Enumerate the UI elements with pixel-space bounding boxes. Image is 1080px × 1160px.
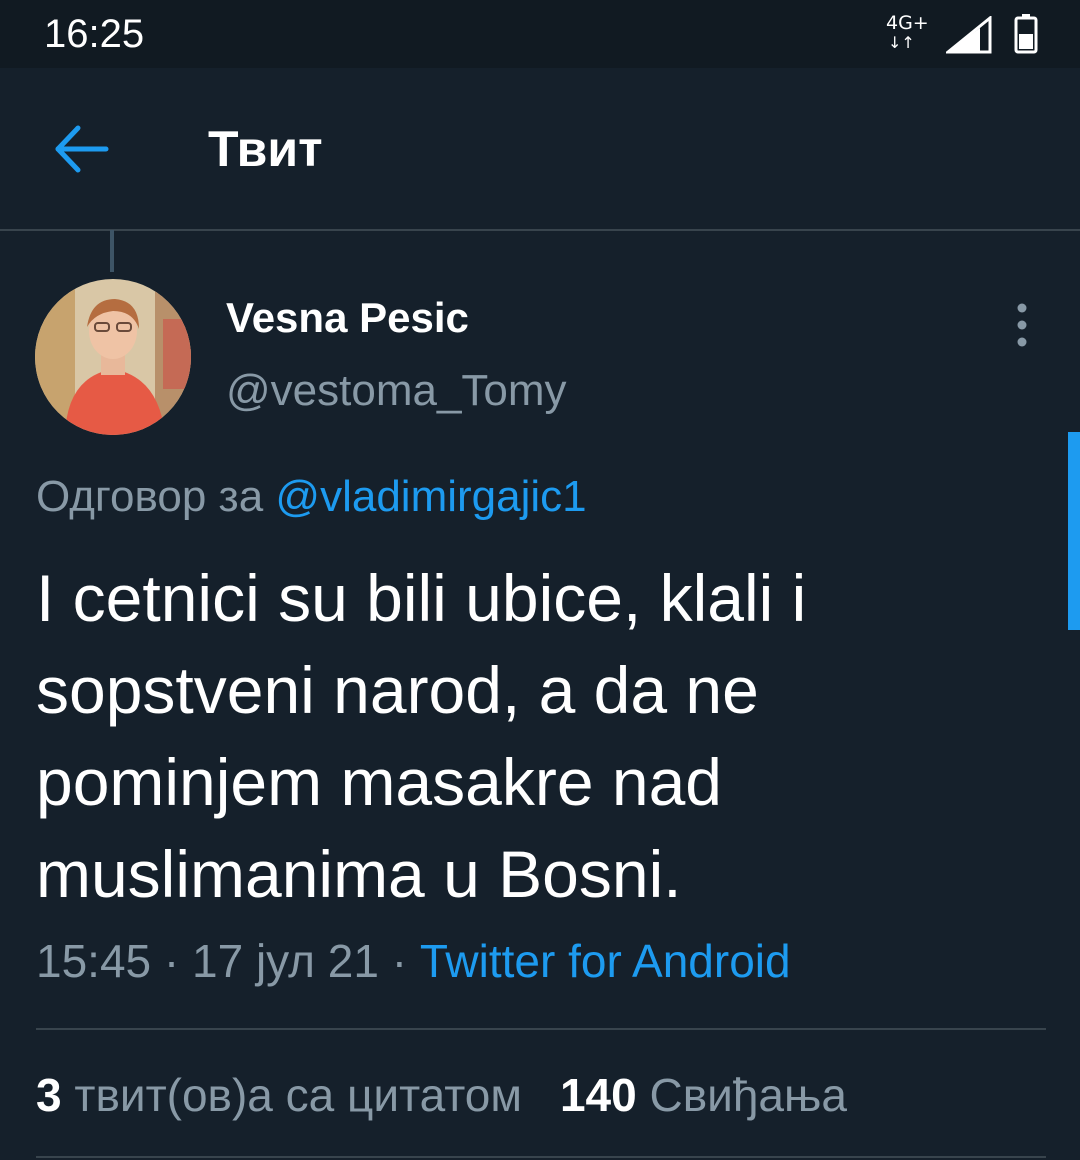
header-divider — [0, 229, 1080, 231]
status-time: 16:25 — [44, 12, 145, 56]
meta-separator: · — [378, 935, 420, 987]
status-bar: 16:25 4G+ ↓↑ — [0, 0, 1080, 68]
stats-divider-bottom — [36, 1156, 1046, 1158]
page-title: Твит — [208, 121, 323, 177]
back-arrow-icon[interactable] — [52, 122, 110, 176]
stats-divider-top — [36, 1028, 1046, 1030]
author-username[interactable]: @vestoma_Tomy — [226, 366, 567, 416]
avatar-image — [35, 279, 191, 435]
scrollbar-thumb[interactable] — [1068, 432, 1080, 630]
likes-stat[interactable]: 140 Свиђања — [560, 1069, 847, 1121]
meta-separator: · — [151, 935, 193, 987]
tweet-stats: 3 твит(ов)а са цитатом 140 Свиђања — [36, 1068, 847, 1122]
tweet-text: I cetnici su bili ubice, klali i sopstve… — [36, 561, 807, 911]
tweet-metadata: 15:45 · 17 јул 21 · Twitter for Android — [36, 934, 791, 988]
battery-icon — [1014, 14, 1038, 54]
tweet-date: 17 јул 21 — [192, 935, 379, 987]
more-vertical-icon[interactable] — [1006, 300, 1038, 350]
thread-connector-line — [110, 230, 114, 272]
quote-label: твит(ов)а са цитатом — [61, 1069, 522, 1121]
author-display-name[interactable]: Vesna Pesic — [226, 294, 469, 342]
network-activity-icon: ↓↑ — [888, 33, 915, 52]
network-type-label: 4G+ — [886, 12, 929, 34]
like-count: 140 — [559, 1069, 637, 1121]
quote-tweets-stat[interactable]: 3 твит(ов)а са цитатом — [36, 1069, 522, 1121]
top-app-bar: Твит — [0, 68, 1080, 230]
signal-icon — [946, 16, 992, 54]
reply-prefix: Одговор за — [36, 472, 276, 521]
reply-context: Одговор за @vladimirgajic1 — [36, 472, 587, 522]
like-label: Свиђања — [636, 1069, 847, 1121]
reply-to-link[interactable]: @vladimirgajic1 — [275, 472, 586, 521]
tweet-time: 15:45 — [36, 935, 152, 987]
user-avatar[interactable] — [35, 279, 191, 435]
quote-count: 3 — [36, 1069, 62, 1121]
tweet-source-link[interactable]: Twitter for Android — [420, 935, 791, 987]
